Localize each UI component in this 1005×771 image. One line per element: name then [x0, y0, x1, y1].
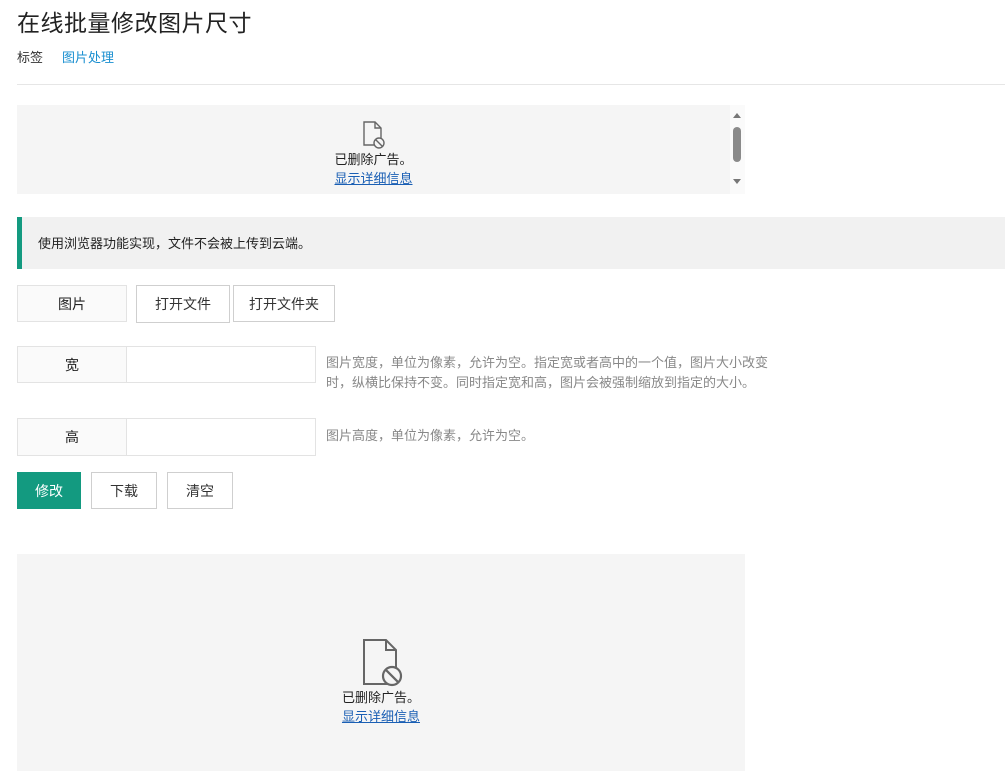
width-hint: 图片宽度，单位为像素，允许为空。指定宽或者高中的一个值，图片大小改变 时，纵横比…	[326, 354, 806, 394]
ad-removed-text: 已删除广告。	[334, 153, 413, 168]
page-title: 在线批量修改图片尺寸	[17, 11, 252, 37]
tag-link-image-processing[interactable]: 图片处理	[62, 47, 114, 66]
removed-ad-top: 已删除广告。 显示详细信息	[17, 105, 730, 194]
notice-text: 使用浏览器功能实现，文件不会被上传到云端。	[38, 237, 312, 252]
blocked-file-icon	[362, 121, 385, 149]
width-hint-line1: 图片宽度，单位为像素，允许为空。指定宽或者高中的一个值，图片大小改变	[326, 356, 769, 371]
height-input[interactable]	[127, 418, 316, 456]
width-label: 宽	[17, 346, 127, 383]
ad-scrollbar[interactable]	[730, 105, 745, 194]
tags-label: 标签	[17, 51, 44, 66]
scroll-up-arrow-icon[interactable]	[733, 113, 741, 118]
modify-button[interactable]: 修改	[17, 472, 81, 509]
open-file-button[interactable]: 打开文件	[136, 285, 230, 323]
ad-removed-text: 已删除广告。	[341, 691, 420, 706]
download-button[interactable]: 下载	[91, 472, 157, 509]
height-hint: 图片高度，单位为像素，允许为空。	[326, 429, 535, 444]
width-input[interactable]	[127, 346, 316, 383]
height-label: 高	[17, 418, 127, 456]
image-label: 图片	[17, 285, 127, 322]
show-details-link[interactable]: 显示详细信息	[334, 170, 412, 190]
blocked-file-icon	[363, 639, 403, 687]
removed-ad-bottom: 已删除广告。 显示详细信息	[17, 554, 745, 771]
notice-banner: 使用浏览器功能实现，文件不会被上传到云端。	[17, 217, 1005, 269]
scroll-thumb[interactable]	[733, 127, 741, 162]
tags-row: 标签 图片处理	[17, 47, 114, 66]
show-details-link[interactable]: 显示详细信息	[342, 708, 420, 728]
clear-button[interactable]: 清空	[167, 472, 233, 509]
scroll-down-arrow-icon[interactable]	[733, 179, 741, 184]
width-hint-line2: 时，纵横比保持不变。同时指定宽和高，图片会被强制缩放到指定的大小。	[326, 376, 756, 391]
open-folder-button[interactable]: 打开文件夹	[233, 285, 335, 322]
header-divider	[17, 84, 1005, 85]
